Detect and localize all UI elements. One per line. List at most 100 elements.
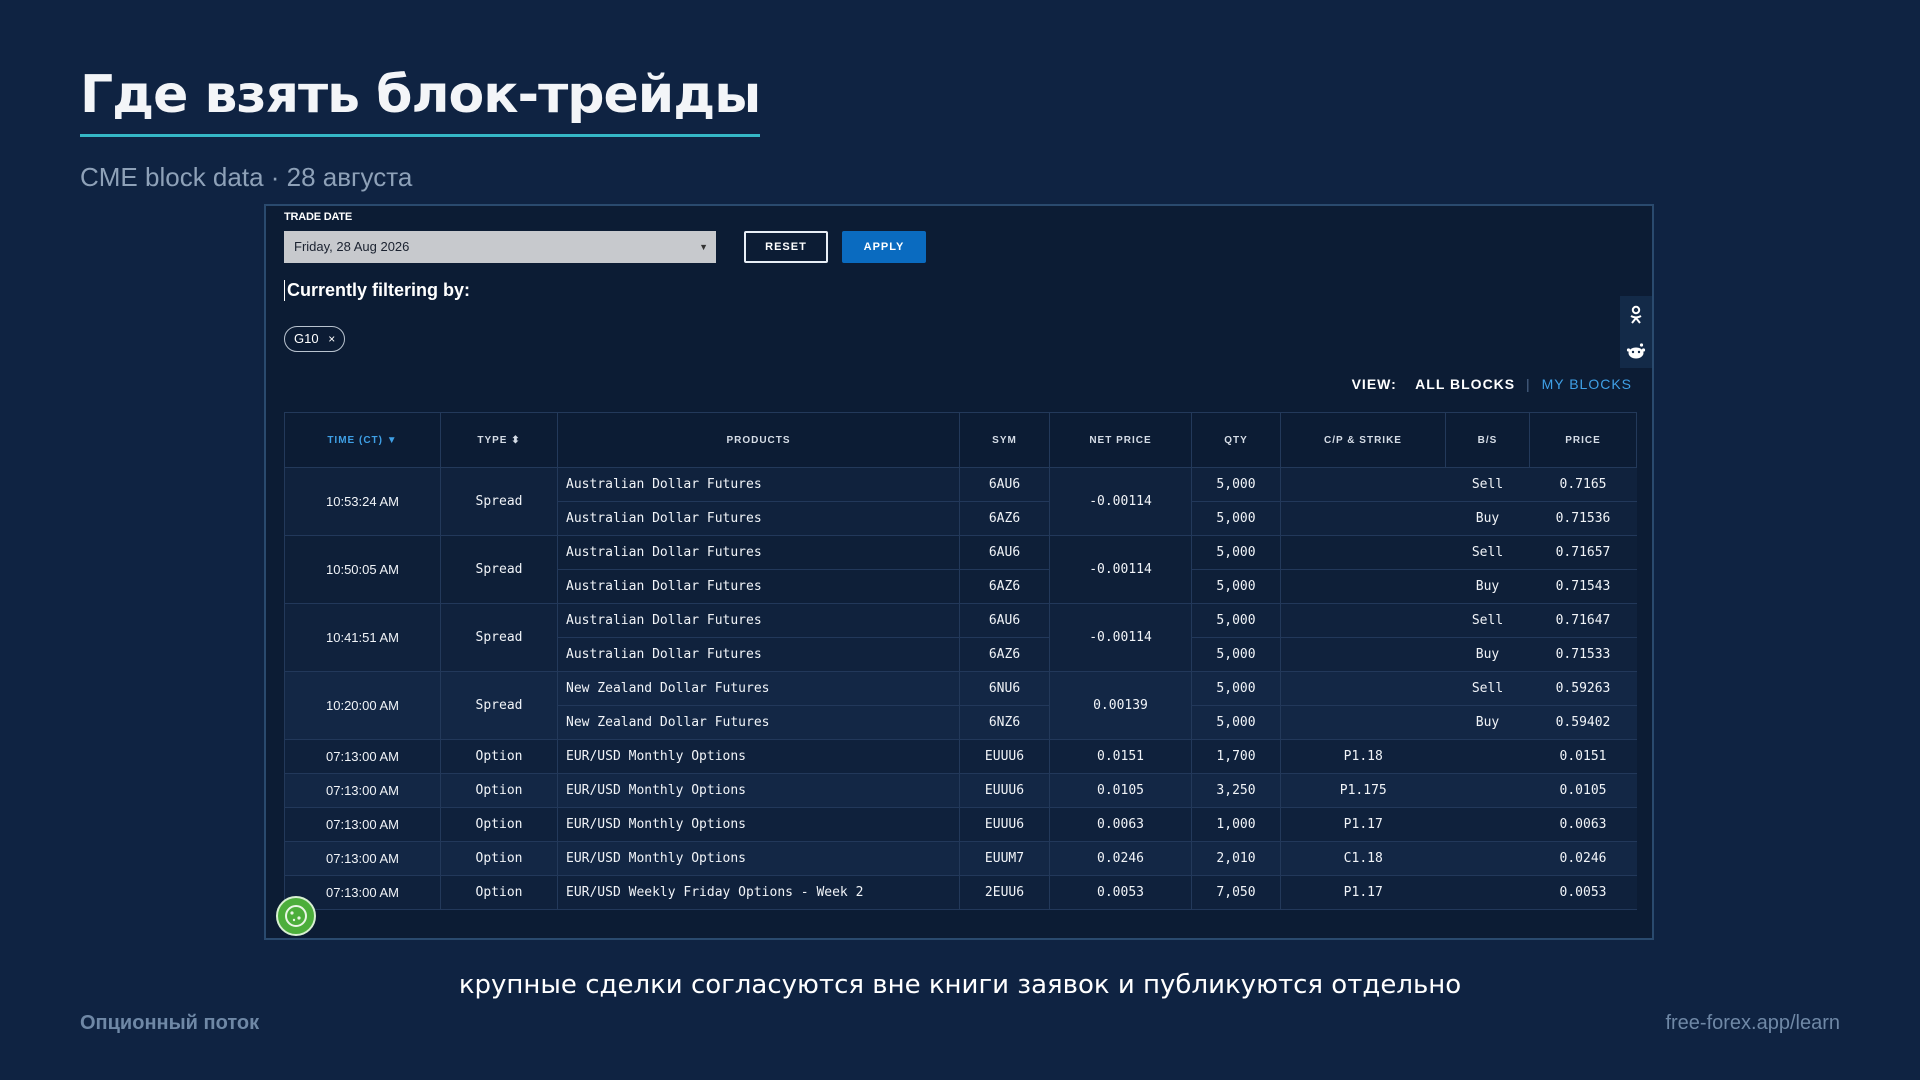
cell-net-price: 0.0246	[1049, 841, 1192, 876]
view-all-blocks-link[interactable]: ALL BLOCKS	[1415, 376, 1515, 392]
cell-product: EUR/USD Monthly Options	[557, 841, 960, 876]
share-sidebar	[1620, 296, 1652, 368]
cell-sym: 6AU6	[959, 603, 1050, 638]
table-row: 07:13:00 AM Option EUR/USD Weekly Friday…	[284, 875, 1637, 910]
view-label: VIEW:	[1351, 376, 1397, 392]
footer-site-url[interactable]: free-forex.app/learn	[1665, 1012, 1840, 1035]
cell-bs	[1445, 739, 1530, 774]
cell-qty: 5,000	[1191, 569, 1281, 604]
col-header-type[interactable]: TYPE ⬍	[440, 412, 558, 468]
cell-qty: 5,000	[1191, 637, 1281, 672]
cell-sym: 6NZ6	[959, 705, 1050, 740]
close-icon[interactable]: ×	[328, 332, 335, 346]
col-header-products: PRODUCTS	[557, 412, 960, 468]
cell-price: 0.71536	[1529, 501, 1637, 536]
table-row: 10:41:51 AM Spread Australian Dollar Fut…	[284, 603, 1637, 672]
filter-chip-g10[interactable]: G10 ×	[284, 326, 346, 352]
cell-product: Australian Dollar Futures	[557, 603, 960, 638]
cell-qty: 5,000	[1191, 603, 1281, 638]
table-row: 07:13:00 AM Option EUR/USD Monthly Optio…	[284, 739, 1637, 774]
cell-product: Australian Dollar Futures	[557, 535, 960, 570]
cell-bs: Buy	[1445, 501, 1530, 536]
cell-qty: 5,000	[1191, 535, 1281, 570]
cell-bs: Buy	[1445, 705, 1530, 740]
cell-price: 0.7165	[1529, 467, 1637, 502]
cell-price: 0.71657	[1529, 535, 1637, 570]
odnoklassniki-icon[interactable]	[1628, 305, 1644, 325]
filter-chip-label: G10	[294, 331, 319, 346]
cell-qty: 5,000	[1191, 501, 1281, 536]
cell-net-price: 0.0053	[1049, 875, 1192, 910]
cell-type: Spread	[440, 535, 558, 604]
cell-price: 0.0053	[1529, 875, 1637, 910]
reddit-icon[interactable]	[1626, 342, 1646, 360]
cell-time: 10:50:05 AM	[284, 535, 441, 604]
cell-cp-strike: P1.175	[1280, 773, 1446, 808]
cell-net-price: 0.0105	[1049, 773, 1192, 808]
cell-cp-strike	[1280, 603, 1446, 638]
cell-net-price: 0.0063	[1049, 807, 1192, 842]
cell-sym: 6AZ6	[959, 569, 1050, 604]
cell-sym: EUUU6	[959, 773, 1050, 808]
col-header-time[interactable]: TIME (CT) ▼	[284, 412, 441, 468]
table-header-row: TIME (CT) ▼ TYPE ⬍ PRODUCTS SYM NET PRIC…	[284, 412, 1637, 468]
col-header-sym: SYM	[959, 412, 1050, 468]
cell-bs	[1445, 875, 1530, 910]
cell-price: 0.0151	[1529, 739, 1637, 774]
cell-qty: 1,000	[1191, 807, 1281, 842]
cell-product: EUR/USD Monthly Options	[557, 773, 960, 808]
cell-sym: 2EUU6	[959, 875, 1050, 910]
cell-bs	[1445, 773, 1530, 808]
cookie-settings-icon[interactable]	[276, 896, 316, 936]
col-header-type-label: TYPE	[477, 434, 508, 446]
cell-qty: 5,000	[1191, 671, 1281, 706]
cell-sym: EUUU6	[959, 807, 1050, 842]
cell-cp-strike: P1.17	[1280, 875, 1446, 910]
slide-caption: крупные сделки согласуются вне книги зая…	[458, 970, 1462, 1000]
cell-product: New Zealand Dollar Futures	[557, 671, 960, 706]
table-row: 07:13:00 AM Option EUR/USD Monthly Optio…	[284, 807, 1637, 842]
slide-subtitle: CME block data · 28 августа	[80, 162, 413, 192]
cell-sym: 6AZ6	[959, 637, 1050, 672]
cell-price: 0.71543	[1529, 569, 1637, 604]
cell-time: 10:20:00 AM	[284, 671, 441, 740]
trade-date-label: TRADE DATE	[284, 211, 353, 223]
cell-qty: 1,700	[1191, 739, 1281, 774]
cell-time: 07:13:00 AM	[284, 807, 441, 842]
cell-time: 07:13:00 AM	[284, 841, 441, 876]
cell-type: Option	[440, 841, 558, 876]
cell-price: 0.59402	[1529, 705, 1637, 740]
trade-date-select[interactable]: Friday, 28 Aug 2026 ▼	[284, 231, 716, 263]
cell-price: 0.0246	[1529, 841, 1637, 876]
cell-product: EUR/USD Weekly Friday Options - Week 2	[557, 875, 960, 910]
cell-bs: Buy	[1445, 569, 1530, 604]
apply-button[interactable]: APPLY	[842, 231, 926, 263]
cell-bs	[1445, 807, 1530, 842]
cell-qty: 7,050	[1191, 875, 1281, 910]
cell-bs: Buy	[1445, 637, 1530, 672]
cell-product: Australian Dollar Futures	[557, 637, 960, 672]
filtering-heading: Currently filtering by:	[284, 280, 470, 301]
cell-type: Option	[440, 739, 558, 774]
sort-desc-icon: ▼	[386, 434, 398, 446]
table-row: 07:13:00 AM Option EUR/USD Monthly Optio…	[284, 841, 1637, 876]
table-row: 10:50:05 AM Spread Australian Dollar Fut…	[284, 535, 1637, 604]
cell-bs: Sell	[1445, 671, 1530, 706]
col-header-time-label: TIME (CT)	[327, 434, 383, 446]
view-my-blocks-link[interactable]: MY BLOCKS	[1542, 376, 1632, 392]
reset-button[interactable]: RESET	[744, 231, 828, 263]
cell-type: Option	[440, 773, 558, 808]
chevron-down-icon: ▼	[699, 242, 708, 252]
cell-product: EUR/USD Monthly Options	[557, 739, 960, 774]
col-header-cp-strike: C/P & STRIKE	[1280, 412, 1446, 468]
cell-cp-strike	[1280, 467, 1446, 502]
cell-sym: 6AZ6	[959, 501, 1050, 536]
cell-bs: Sell	[1445, 535, 1530, 570]
cell-time: 10:53:24 AM	[284, 467, 441, 536]
cell-bs	[1445, 841, 1530, 876]
cell-product: Australian Dollar Futures	[557, 569, 960, 604]
cell-type: Option	[440, 875, 558, 910]
col-header-qty: QTY	[1191, 412, 1281, 468]
view-separator: |	[1526, 376, 1531, 392]
cell-type: Option	[440, 807, 558, 842]
